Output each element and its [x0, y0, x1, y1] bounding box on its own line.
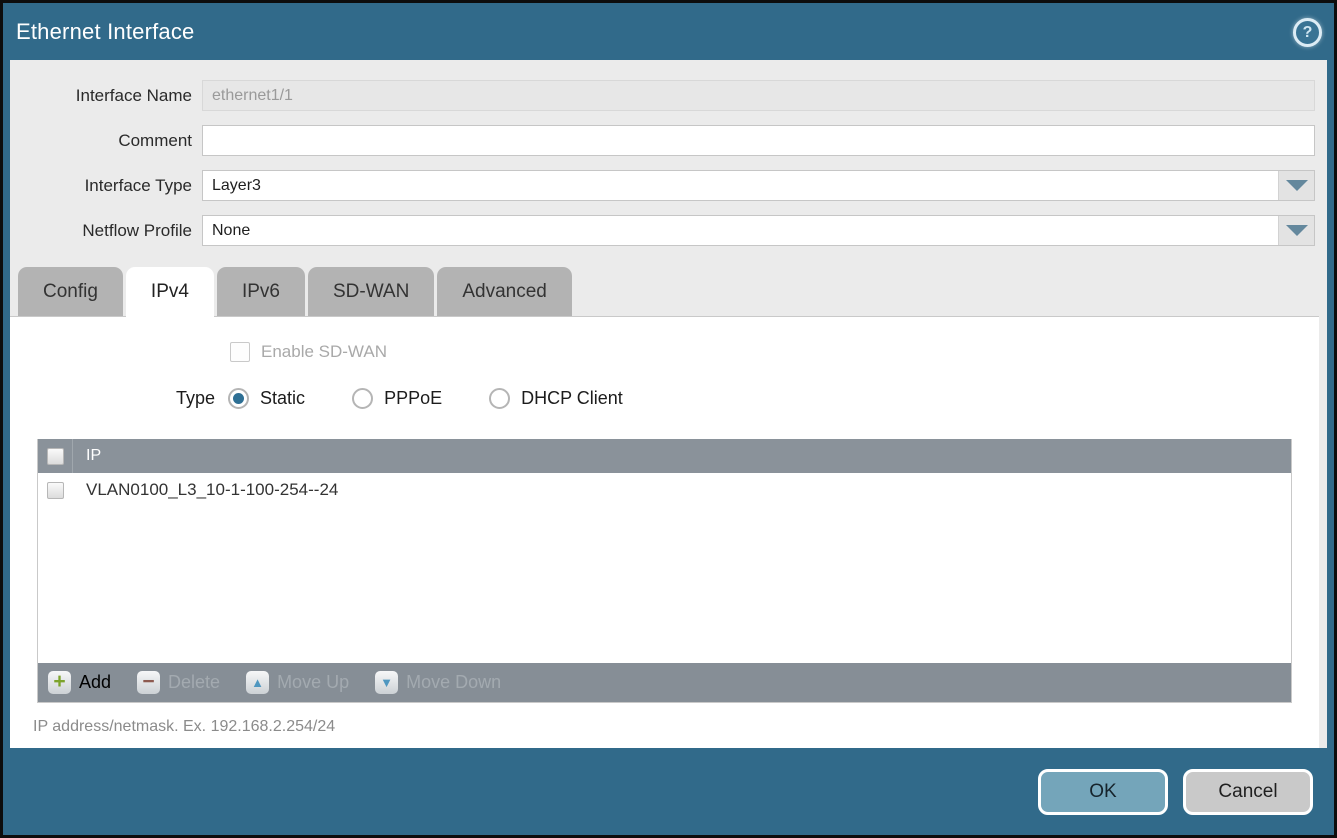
type-row: Type Static PPPoE DHCP Client	[10, 388, 1319, 409]
dialog-content: Interface Name Comment Interface Type La…	[10, 60, 1327, 748]
interface-type-row: Interface Type Layer3	[10, 163, 1327, 208]
comment-input[interactable]	[202, 125, 1315, 156]
tab-ipv4[interactable]: IPv4	[126, 267, 214, 316]
title-bar: Ethernet Interface ?	[3, 3, 1334, 60]
add-button[interactable]: + Add	[48, 671, 111, 694]
ip-table: IP VLAN0100_L3_10-1-100-254--24 + Add	[37, 439, 1292, 703]
add-button-label: Add	[79, 672, 111, 693]
radio-pppoe[interactable]: PPPoE	[352, 388, 442, 409]
select-all-cell	[38, 439, 73, 473]
table-row[interactable]: VLAN0100_L3_10-1-100-254--24	[38, 473, 1291, 507]
dialog-footer: OK Cancel	[3, 748, 1334, 835]
type-label: Type	[176, 388, 215, 409]
arrow-up-icon: ▲	[246, 671, 269, 694]
minus-icon: −	[137, 671, 160, 694]
move-down-button-label: Move Down	[406, 672, 501, 693]
enable-sdwan-row: Enable SD-WAN	[10, 317, 1319, 362]
radio-dhcp-client-label: DHCP Client	[521, 388, 623, 409]
netflow-profile-dropdown-button[interactable]	[1278, 216, 1314, 245]
tab-ipv6[interactable]: IPv6	[217, 267, 305, 316]
select-all-checkbox[interactable]	[47, 448, 64, 465]
tab-sdwan[interactable]: SD-WAN	[308, 267, 434, 316]
ip-column-header[interactable]: IP	[73, 447, 101, 465]
radio-static-label: Static	[260, 388, 305, 409]
interface-type-label: Interface Type	[10, 176, 202, 196]
tab-advanced[interactable]: Advanced	[437, 267, 572, 316]
plus-icon: +	[48, 671, 71, 694]
ipv4-tab-panel: Enable SD-WAN Type Static PPPoE DHCP Cli…	[10, 316, 1319, 748]
radio-dhcp-client-icon[interactable]	[489, 388, 510, 409]
netflow-profile-dropdown[interactable]: None	[202, 215, 1315, 246]
ip-row-value: VLAN0100_L3_10-1-100-254--24	[73, 480, 338, 500]
tab-strip: Config IPv4 IPv6 SD-WAN Advanced	[10, 267, 1327, 316]
ip-table-body: VLAN0100_L3_10-1-100-254--24	[38, 473, 1291, 663]
arrow-down-icon: ▼	[375, 671, 398, 694]
interface-type-dropdown[interactable]: Layer3	[202, 170, 1315, 201]
interface-name-input	[202, 80, 1315, 111]
interface-type-dropdown-button[interactable]	[1278, 171, 1314, 200]
delete-button-label: Delete	[168, 672, 220, 693]
comment-row: Comment	[10, 118, 1327, 163]
chevron-down-icon	[1286, 225, 1308, 236]
move-up-button[interactable]: ▲ Move Up	[246, 671, 349, 694]
dialog-title: Ethernet Interface	[16, 19, 194, 45]
ip-table-header: IP	[38, 439, 1291, 473]
move-up-button-label: Move Up	[277, 672, 349, 693]
enable-sdwan-checkbox	[230, 342, 250, 362]
interface-name-label: Interface Name	[10, 86, 202, 106]
comment-label: Comment	[10, 131, 202, 151]
row-checkbox-cell	[38, 473, 73, 507]
interface-name-row: Interface Name	[10, 73, 1327, 118]
chevron-down-icon	[1286, 180, 1308, 191]
interface-type-value: Layer3	[203, 171, 1278, 200]
cancel-button[interactable]: Cancel	[1183, 769, 1313, 815]
radio-dhcp-client[interactable]: DHCP Client	[489, 388, 623, 409]
radio-pppoe-label: PPPoE	[384, 388, 442, 409]
ip-table-toolbar: + Add − Delete ▲ Move Up ▼ Move Down	[38, 663, 1291, 702]
tab-config[interactable]: Config	[18, 267, 123, 316]
netflow-profile-label: Netflow Profile	[10, 221, 202, 241]
radio-pppoe-icon[interactable]	[352, 388, 373, 409]
ethernet-interface-dialog: Ethernet Interface ? Interface Name Comm…	[0, 0, 1337, 838]
netflow-profile-value: None	[203, 216, 1278, 245]
delete-button[interactable]: − Delete	[137, 671, 220, 694]
ok-button[interactable]: OK	[1038, 769, 1168, 815]
radio-static-icon[interactable]	[228, 388, 249, 409]
row-checkbox[interactable]	[47, 482, 64, 499]
help-icon[interactable]: ?	[1293, 18, 1322, 47]
radio-static[interactable]: Static	[228, 388, 305, 409]
move-down-button[interactable]: ▼ Move Down	[375, 671, 501, 694]
enable-sdwan-label: Enable SD-WAN	[261, 342, 387, 362]
ip-format-hint: IP address/netmask. Ex. 192.168.2.254/24	[33, 718, 1319, 736]
netflow-profile-row: Netflow Profile None	[10, 208, 1327, 253]
